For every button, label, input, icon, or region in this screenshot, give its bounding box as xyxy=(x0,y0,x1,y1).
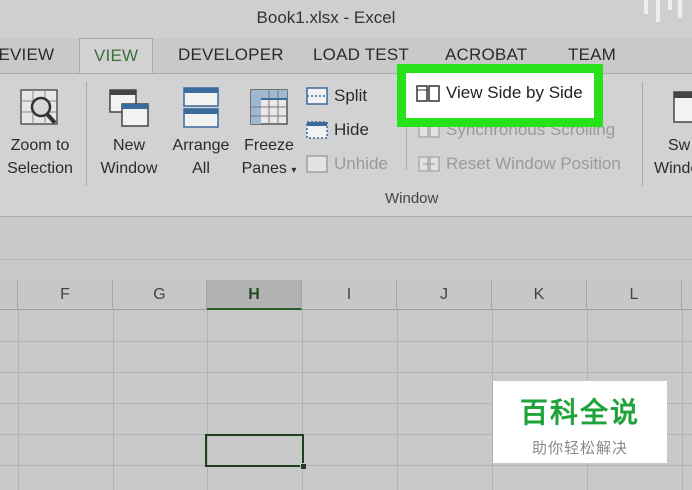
group-separator xyxy=(642,82,643,186)
column-header-h[interactable]: H xyxy=(207,280,302,310)
freeze-panes-label-2: Panes xyxy=(241,160,287,177)
unhide-button[interactable]: Unhide xyxy=(306,154,388,174)
grid-line xyxy=(113,310,114,490)
new-window-label-2: Window xyxy=(100,160,158,177)
arrange-all-label-2: All xyxy=(192,160,210,177)
split-icon xyxy=(306,87,328,105)
title-bar: Book1.xlsx - Excel xyxy=(0,0,692,38)
selected-cell[interactable] xyxy=(205,434,307,470)
tab-team[interactable]: TEAM xyxy=(568,45,616,65)
hide-window-icon xyxy=(306,121,328,139)
split-label: Split xyxy=(334,86,368,105)
tab-developer[interactable]: DEVELOPER xyxy=(178,45,284,65)
watermark-subtitle: 助你轻松解决 xyxy=(531,439,628,457)
reset-window-position-icon xyxy=(418,156,440,172)
arrange-all-button[interactable]: Arrange All xyxy=(166,86,236,180)
freeze-panes-label-1: Freeze xyxy=(244,137,294,154)
tab-view[interactable]: VIEW xyxy=(79,38,154,75)
grid-line xyxy=(0,341,692,342)
fill-handle[interactable] xyxy=(300,463,307,470)
tab-load-test[interactable]: LOAD TEST xyxy=(313,45,409,65)
switch-windows-button[interactable]: Sw Windo xyxy=(650,86,692,180)
column-header-g[interactable]: G xyxy=(113,280,207,310)
grid-line xyxy=(0,465,692,466)
switch-windows-icon xyxy=(673,91,692,123)
watermark-title: 百科全说 xyxy=(519,396,640,429)
switch-windows-label-1: Sw xyxy=(668,137,691,154)
zoom-to-selection-icon xyxy=(20,89,58,125)
switch-windows-label-2: Windo xyxy=(654,160,692,177)
reset-window-position-button[interactable]: Reset Window Position xyxy=(418,154,621,174)
grid-line xyxy=(397,310,398,490)
grid-line xyxy=(682,310,683,490)
arrange-all-icon xyxy=(183,87,219,128)
window-group-label: Window xyxy=(385,190,439,207)
grid-line xyxy=(18,310,19,490)
view-side-by-side-icon xyxy=(416,85,440,102)
view-side-by-side-highlight: View Side by Side xyxy=(397,64,603,127)
column-header-j[interactable]: J xyxy=(397,280,492,310)
column-header-partial[interactable] xyxy=(0,280,18,310)
background-decoration xyxy=(644,0,684,24)
new-window-button[interactable]: New Window xyxy=(94,86,164,180)
group-separator xyxy=(86,82,87,186)
hide-button[interactable]: Hide xyxy=(306,120,369,140)
tab-acrobat[interactable]: ACROBAT xyxy=(445,45,527,65)
new-window-icon xyxy=(109,89,149,127)
window-title: Book1.xlsx - Excel xyxy=(256,8,396,27)
formula-bar[interactable] xyxy=(0,218,692,260)
split-button[interactable]: Split xyxy=(306,86,367,106)
zoom-to-selection-label-1: Zoom to xyxy=(10,137,70,154)
grid-line xyxy=(0,372,692,373)
freeze-panes-button[interactable]: Freeze Panes ▾ xyxy=(238,86,300,182)
hide-label: Hide xyxy=(334,120,369,139)
view-side-by-side-label: View Side by Side xyxy=(446,83,583,102)
arrange-all-label-1: Arrange xyxy=(172,137,230,154)
column-headers: F G H I J K L xyxy=(0,280,692,310)
column-header-i[interactable]: I xyxy=(302,280,397,310)
watermark-logo: 百科全说 助你轻松解决 xyxy=(493,381,667,463)
new-window-label-1: New xyxy=(112,137,145,154)
chevron-down-icon: ▾ xyxy=(291,165,297,176)
view-side-by-side-button[interactable]: View Side by Side xyxy=(416,83,583,103)
unhide-label: Unhide xyxy=(334,154,388,173)
unhide-window-icon xyxy=(306,155,328,173)
column-header-k[interactable]: K xyxy=(492,280,587,310)
freeze-panes-label-row: Panes ▾ xyxy=(238,157,300,182)
column-header-l[interactable]: L xyxy=(587,280,682,310)
freeze-panes-icon xyxy=(250,89,288,125)
reset-window-position-label: Reset Window Position xyxy=(446,154,621,173)
zoom-to-selection-button[interactable]: Zoom to Selection xyxy=(0,86,80,180)
zoom-to-selection-label-2: Selection xyxy=(7,160,73,177)
tab-review[interactable]: REVIEW xyxy=(0,45,54,65)
column-header-f[interactable]: F xyxy=(18,280,113,310)
